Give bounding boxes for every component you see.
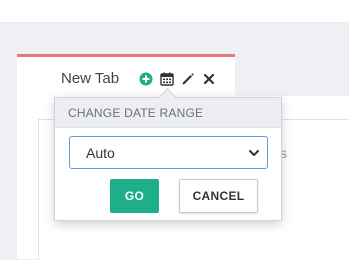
calendar-icon[interactable] — [160, 72, 174, 86]
cancel-button[interactable]: CANCEL — [179, 179, 258, 213]
close-icon[interactable] — [202, 72, 216, 86]
date-range-select-value: Auto — [86, 145, 115, 161]
go-button[interactable]: GO — [110, 179, 159, 213]
plus-circle-icon[interactable] — [139, 72, 153, 86]
tab-label[interactable]: New Tab — [61, 70, 119, 87]
pencil-icon[interactable] — [181, 72, 195, 86]
top-card — [0, 0, 349, 23]
date-range-select[interactable]: Auto — [69, 136, 268, 169]
change-date-range-popover: CHANGE DATE RANGE Auto GO CANCEL — [54, 88, 282, 221]
tab-new-tab[interactable]: New Tab — [17, 54, 235, 96]
chevron-down-icon — [248, 146, 260, 158]
